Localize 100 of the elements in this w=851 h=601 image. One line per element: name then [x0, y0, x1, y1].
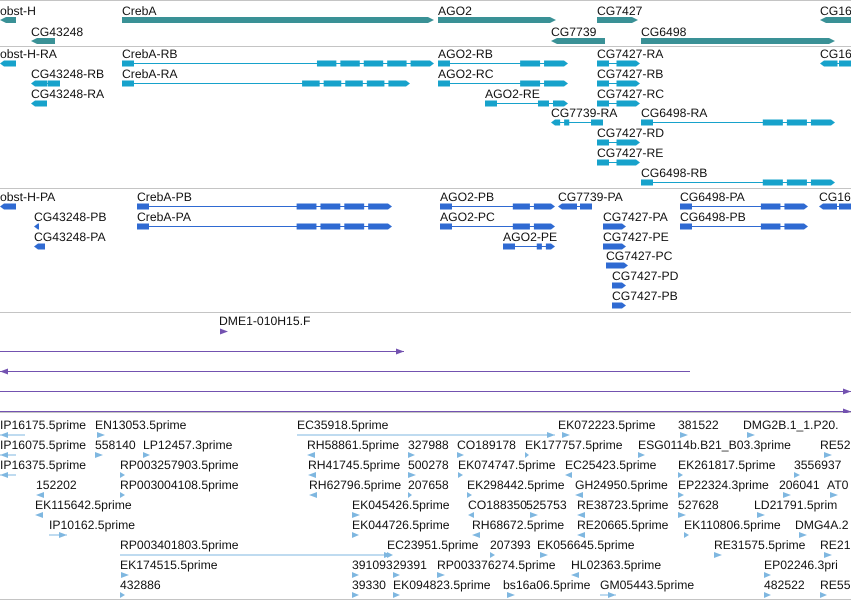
feature-label: RE20665.5prime: [577, 518, 668, 532]
feature-label: IP16175.5prime: [0, 418, 86, 432]
feature-label: 327988: [408, 438, 449, 452]
feature-label: 207658: [408, 478, 449, 492]
feature-label: CG7739: [551, 25, 596, 39]
feature-label: EK074747.5prime: [458, 458, 556, 472]
feature-label: EC25423.5prime: [565, 458, 656, 472]
feature-label: RE31575.5prime: [714, 538, 806, 552]
feature-label: CG7427-PD: [612, 269, 678, 284]
feature-label: EK044726.5prime: [352, 518, 450, 532]
feature-label: 391093: [352, 558, 393, 572]
feature-label: EC23951.5prime: [387, 538, 478, 552]
feature-label: CG43248-RA: [31, 86, 104, 101]
feature-label: 558140: [95, 438, 136, 452]
feature-label: CG6498-PA: [680, 190, 745, 204]
feature-label: EC35918.5prime: [297, 418, 388, 432]
feature-label: CG7427-PA: [603, 210, 668, 224]
feature-label: CG7427-RB: [597, 66, 664, 81]
feature-label: CG16: [820, 4, 851, 18]
feature-label: CG16: [820, 47, 851, 61]
feature-label: AT0: [827, 478, 848, 492]
feature-label: CG6498-RA: [641, 106, 708, 120]
feature-label: 39330: [352, 578, 386, 592]
feature-label: EK094823.5prime: [393, 578, 491, 592]
feature-label: CG6498-RB: [641, 166, 708, 180]
feature-label: CG43248: [31, 25, 84, 39]
feature-label: RE52: [820, 438, 850, 452]
feature-label: AGO2-RE: [485, 86, 540, 101]
feature-label: 381522: [678, 418, 719, 432]
feature-label: AGO2: [438, 4, 472, 18]
feature-label: RH58861.5prime: [307, 438, 400, 452]
feature-label: CrebA-PB: [137, 190, 192, 204]
feature-label: CG43248-RB: [31, 66, 104, 81]
feature-label: RE55: [820, 578, 850, 592]
feature-label: HL02363.5prime: [571, 558, 662, 572]
feature-label: AGO2-PC: [440, 210, 495, 224]
feature-label: LP12457.3prime: [143, 438, 232, 452]
feature-label: obst-H-RA: [0, 47, 57, 61]
feature-label: bs16a06.5prime: [503, 578, 590, 592]
feature-label: CO189178: [457, 438, 516, 452]
feature-label: 527628: [678, 498, 719, 512]
feature-label: CG7427-PC: [606, 249, 672, 264]
feature-label: CG7427-RA: [597, 47, 664, 61]
feature-label: EK261817.5prime: [678, 458, 776, 472]
feature-label: CG7427-RD: [597, 126, 664, 140]
feature-label: DMG4A.2: [795, 518, 849, 532]
feature-label: 207393: [490, 538, 531, 552]
feature-label: RH62796.5prime: [309, 478, 402, 492]
feature-label: IP10162.5prime: [49, 518, 136, 532]
feature-label: CrebA-RA: [122, 66, 178, 81]
feature-label: 29391: [393, 558, 427, 572]
feature-label: 152202: [36, 478, 77, 492]
feature-label: CG7739-RA: [551, 106, 618, 120]
feature-label: EK072223.5prime: [558, 418, 656, 432]
feature-label: DME1-010H15.F: [219, 314, 310, 328]
feature-label: EP22324.3prime: [678, 478, 769, 492]
feature-label: 525753: [526, 498, 567, 512]
feature-label: 432886: [120, 578, 161, 592]
feature-label: RH68672.5prime: [472, 518, 564, 532]
feature-label: CG43248-PA: [34, 230, 106, 244]
feature-label: CG6498: [641, 25, 686, 39]
feature-label: CO188350: [468, 498, 527, 512]
feature-label: CG7427: [597, 4, 642, 18]
feature-label: CG7427-RE: [597, 146, 664, 160]
feature-label: CG7427-RC: [597, 86, 664, 101]
feature-label: EK177757.5prime: [525, 438, 623, 452]
feature-label: 482522: [764, 578, 805, 592]
feature-label: AGO2-PB: [440, 190, 494, 204]
feature-label: EK174515.5prime: [120, 558, 218, 572]
feature-label: RH41745.5prime: [308, 458, 400, 472]
feature-label: CG7739-PA: [558, 190, 623, 204]
feature-label: AGO2-RC: [438, 66, 494, 81]
feature-label: 3556937: [794, 458, 842, 472]
feature-label: RP003376274.5prime: [437, 558, 556, 572]
feature-label: IP16075.5prime: [0, 438, 86, 452]
feature-label: GM05443.5prime: [600, 578, 694, 592]
feature-label: CrebA-PA: [137, 210, 191, 224]
feature-label: IP16375.5prime: [0, 458, 86, 472]
feature-label: EK045426.5prime: [352, 498, 450, 512]
feature-label: EK115642.5prime: [35, 498, 132, 512]
feature-label: CrebA: [122, 4, 157, 18]
feature-label: EK056645.5prime: [537, 538, 635, 552]
feature-label: RE38723.5prime: [577, 498, 668, 512]
feature-label: AGO2-RB: [438, 47, 493, 61]
feature-label: RP003004108.5prime: [120, 478, 239, 492]
feature-label: 500278: [408, 458, 449, 472]
feature-label: CG43248-PB: [34, 210, 106, 224]
feature-label: obst-H: [0, 4, 36, 18]
feature-label: RE21: [820, 538, 850, 552]
feature-label: EP02246.3pri: [764, 558, 838, 572]
feature-label: CG7427-PE: [603, 230, 669, 244]
feature-label: RP003257903.5prime: [120, 458, 239, 472]
feature-label: AGO2-PE: [503, 230, 558, 244]
feature-label: CG7427-PB: [612, 289, 678, 303]
feature-label: LD21791.5prim: [754, 498, 838, 512]
feature-label: 206041: [779, 478, 820, 492]
feature-label: RP003401803.5prime: [120, 538, 239, 552]
feature-label: CrebA-RB: [122, 47, 178, 61]
feature-label: obst-H-PA: [0, 190, 56, 204]
feature-label: DMG2B.1_1.P20.: [743, 418, 839, 432]
